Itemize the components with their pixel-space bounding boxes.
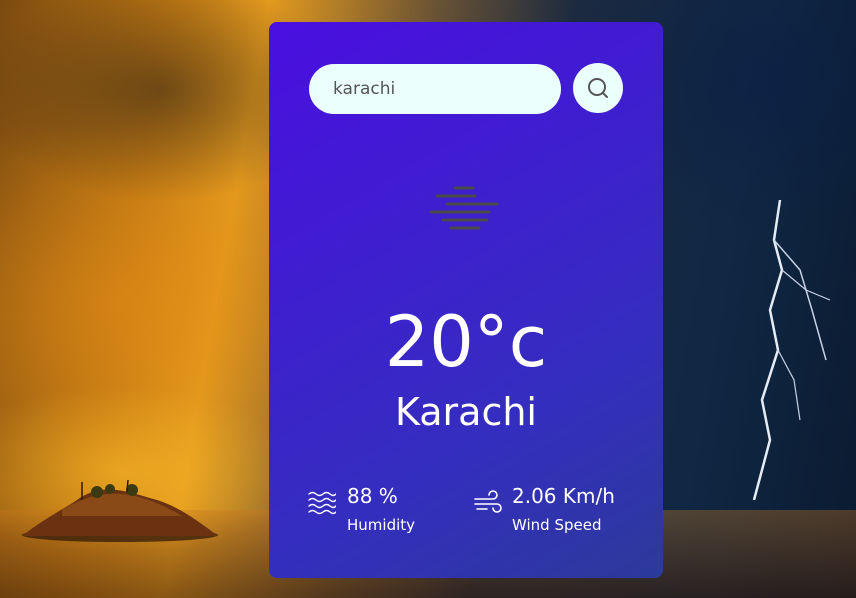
wind-detail: 2.06 Km/h Wind Speed [473,484,643,544]
island-image [22,480,218,542]
mist-icon [429,186,499,230]
wind-value: 2.06 Km/h [512,484,615,508]
humidity-icon [308,491,336,515]
city-name: Karachi [395,390,537,434]
search-button[interactable] [573,63,623,113]
search-icon [588,78,608,98]
wind-label: Wind Speed [512,516,602,534]
search-input[interactable] [309,64,561,114]
temperature: 20°c [384,301,548,383]
humidity-value: 88 % [347,484,398,508]
humidity-detail: 88 % Humidity [308,484,458,544]
wind-icon [474,490,502,513]
lightning-image [752,200,831,500]
humidity-label: Humidity [347,516,416,534]
weather-card: 20°c Karachi 88 % Humidity 2.06 Km/h Win… [269,22,663,578]
